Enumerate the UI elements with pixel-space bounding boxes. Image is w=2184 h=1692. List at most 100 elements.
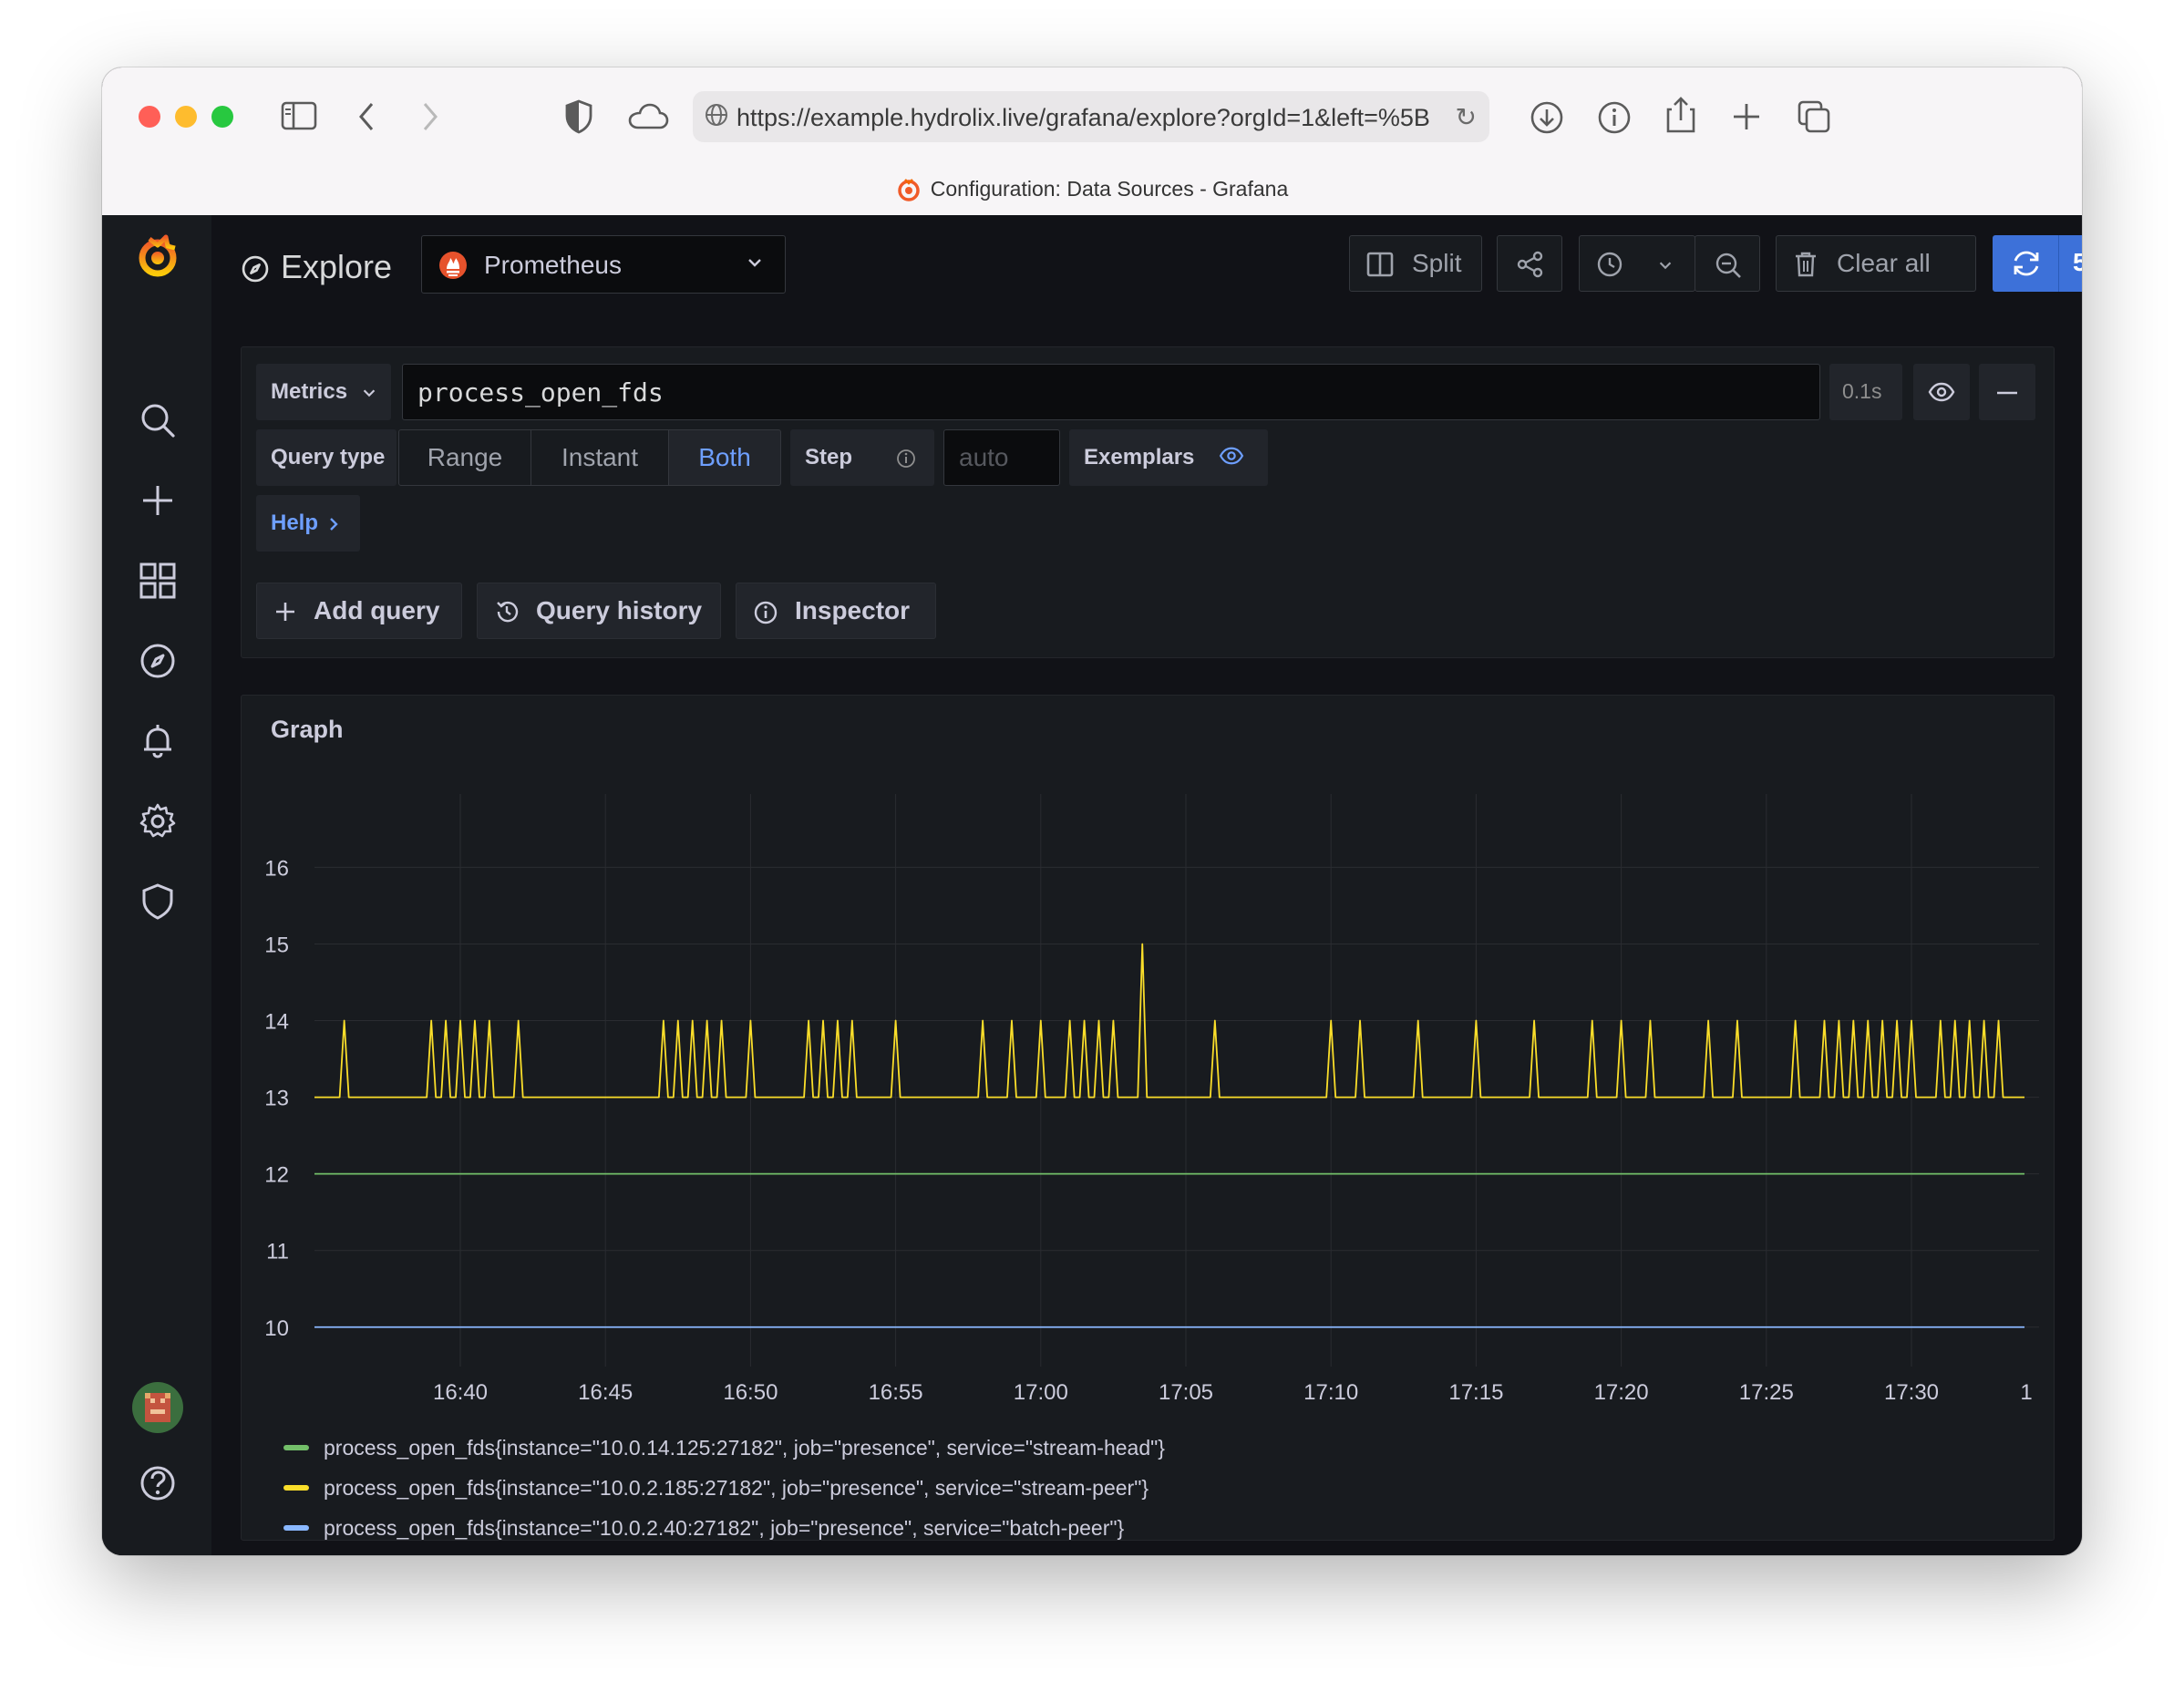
step-input[interactable]: auto [943,429,1060,486]
forward-icon[interactable] [419,100,441,133]
legend-label: process_open_fds{instance="10.0.2.185:27… [324,1476,1149,1500]
x-tick-label: 17:20 [1594,1380,1649,1405]
page-title: Explore [241,248,392,286]
query-expression: process_open_fds [417,377,664,408]
grafana-app: Explore Prometheus Split Clear all 5 Met… [102,215,2082,1555]
back-icon[interactable] [355,100,377,133]
globe-icon [706,104,727,126]
shield-icon[interactable] [139,882,177,921]
chevron-down-icon [748,259,761,267]
x-tick-label: 17:15 [1448,1380,1503,1405]
share-icon[interactable] [1664,95,1697,135]
plus-icon[interactable] [139,481,177,520]
toggle-query-visibility-button[interactable] [1913,364,1970,420]
info-icon[interactable] [896,449,916,469]
legend-label: process_open_fds{instance="10.0.2.40:271… [324,1516,1125,1540]
graph-panel: Graph 10 11 12 13 14 15 16 16:40 16:45 16:50 16:55… [241,695,2055,1541]
query-type-instant[interactable]: Instant [531,429,669,486]
help-label: Help [271,511,319,535]
tab-title: Configuration: Data Sources - Grafana [102,177,2082,202]
x-tick-label: 16:40 [433,1380,488,1405]
x-tick-label: 16:45 [578,1380,633,1405]
share-icon [1517,251,1543,278]
legend-swatch [283,1525,309,1531]
trash-icon [1796,252,1816,277]
graph-title: Graph [271,716,344,743]
inspector-label: Inspector [795,596,911,624]
dashboards-icon[interactable] [139,562,177,600]
explore-compass-icon[interactable] [139,642,177,680]
bell-icon[interactable] [139,722,177,760]
share-link-button[interactable] [1497,235,1562,292]
clear-all-button[interactable]: Clear all [1776,235,1976,292]
datasource-picker[interactable]: Prometheus [421,235,786,294]
sidebar-toggle-icon[interactable] [281,100,317,131]
query-type-range[interactable]: Range [398,429,531,486]
x-tick-label: 17:30 [1884,1380,1939,1405]
eye-icon [1928,382,1955,402]
explore-compass-icon [242,255,269,283]
plus-icon [276,603,294,621]
url-text: https://example.hydrolix.live/grafana/ex… [737,104,1430,131]
zoom-window-button[interactable] [211,106,233,128]
y-tick-label: 10 [264,1316,289,1341]
icloud-icon[interactable] [627,102,669,131]
x-tick-label: 17:10 [1303,1380,1358,1405]
x-tick-label: 17:05 [1159,1380,1213,1405]
search-icon[interactable] [139,401,177,439]
query-history-label: Query history [536,596,703,624]
x-tick-label: 1 [2020,1380,2032,1405]
query-input[interactable]: process_open_fds [402,364,1820,420]
explore-main: Explore Prometheus Split Clear all 5 Met… [211,215,2082,1555]
query-type-both[interactable]: Both [668,429,781,486]
datasource-name: Prometheus [484,251,622,279]
grafana-logo-icon[interactable] [133,232,182,281]
reload-icon[interactable]: ↻ [1456,102,1477,132]
x-tick-label: 16:50 [723,1380,778,1405]
query-history-button[interactable]: Query history [477,583,721,639]
avatar[interactable] [132,1382,183,1433]
query-type-text: Query type [271,445,386,469]
refresh-icon[interactable] [2011,249,2042,278]
prometheus-icon [439,252,467,279]
new-tab-icon[interactable] [1730,100,1763,133]
legend-swatch [283,1445,309,1450]
metrics-browser-button[interactable]: Metrics [256,364,391,420]
zoom-out-button[interactable] [1695,235,1760,292]
refresh-picker[interactable]: 5s [1993,235,2082,292]
query-duration-text: 0.1s [1842,379,1882,403]
tab-title-text: Configuration: Data Sources - Grafana [930,177,1289,201]
help-toggle[interactable]: Help [256,495,360,552]
query-duration: 0.1s [1829,364,1902,420]
exemplars-toggle[interactable]: Exemplars [1069,429,1268,486]
tab-overview-icon[interactable] [1796,98,1832,135]
gear-icon[interactable] [139,802,177,841]
time-picker-button[interactable] [1579,235,1695,292]
add-query-button[interactable]: Add query [256,583,462,639]
step-placeholder: auto [959,443,1009,471]
downloads-icon[interactable] [1530,100,1564,135]
help-icon[interactable] [139,1464,177,1502]
time-series-chart[interactable]: 10 11 12 13 14 15 16 16:40 16:45 16:50 16:55 17:00 1… [242,787,2054,1443]
privacy-shield-icon[interactable] [563,98,594,135]
query-type-label: Query type [256,429,397,486]
browser-window: https://example.hydrolix.live/grafana/ex… [102,67,2082,1555]
clock-icon [1597,252,1623,277]
address-bar[interactable]: https://example.hydrolix.live/grafana/ex… [693,91,1489,142]
minimize-window-button[interactable] [175,106,197,128]
remove-query-button[interactable] [1979,364,2035,420]
split-button[interactable]: Split [1349,235,1482,292]
split-icon [1366,252,1394,277]
close-window-button[interactable] [139,106,160,128]
clear-all-label: Clear all [1837,249,1931,277]
x-tick-label: 16:55 [869,1380,923,1405]
chevron-down-icon [1659,262,1672,270]
zoom-out-icon [1715,253,1741,278]
legend-label: process_open_fds{instance="10.0.14.125:2… [324,1436,1165,1460]
info-icon[interactable] [1597,100,1632,135]
grafana-favicon-icon [898,179,920,201]
legend-swatch [283,1485,309,1491]
inspector-button[interactable]: Inspector [736,583,936,639]
both-label: Both [698,443,751,471]
chevron-down-icon [363,389,376,397]
